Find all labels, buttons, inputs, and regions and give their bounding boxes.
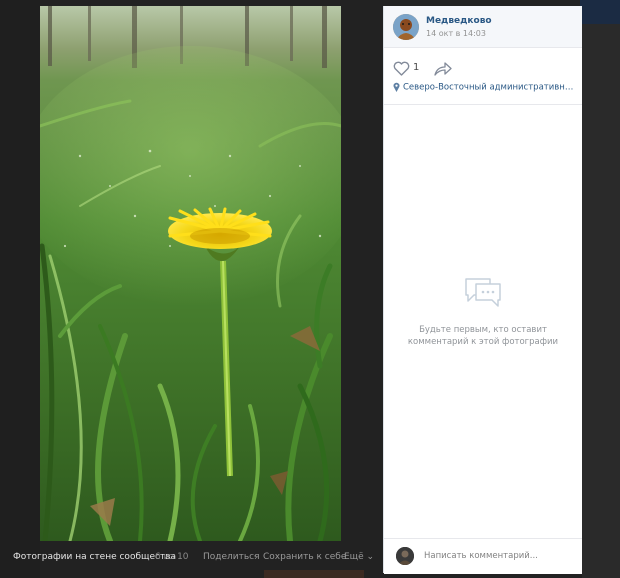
share-button[interactable] <box>434 59 454 77</box>
save-photo-link[interactable]: Сохранить к себе <box>263 552 346 562</box>
background-page-peek <box>582 24 620 578</box>
share-arrow-icon <box>434 62 452 76</box>
more-actions-link[interactable]: Ещё ⌄ <box>344 552 374 562</box>
background-page-peek-bottom <box>264 570 364 578</box>
community-avatar[interactable] <box>393 14 419 40</box>
location-link[interactable]: Северо-Восточный административный... <box>393 82 575 93</box>
no-comments-message: Будьте первым, кто оставит комментарий к… <box>396 324 570 348</box>
post-actions: 1 Северо-Восточный административный... <box>384 48 582 105</box>
like-button[interactable]: 1 <box>393 59 433 79</box>
separator-dot: · <box>253 552 256 562</box>
separator-dot: · <box>335 552 338 562</box>
author-name-link[interactable]: Медведково <box>426 16 492 26</box>
comment-input[interactable] <box>424 547 574 565</box>
share-photo-link[interactable]: Поделиться <box>203 552 260 562</box>
photo-info-panel: Медведково 14 окт в 14:03 1 Северо-Восто… <box>383 6 582 574</box>
no-comments-line-2: комментарий к этой фотографии <box>407 337 559 347</box>
like-count: 1 <box>413 62 420 73</box>
map-pin-icon <box>393 82 400 92</box>
current-user-avatar[interactable] <box>396 547 414 565</box>
photo-counter: 6 из 10 <box>155 552 189 562</box>
album-title-link[interactable]: Фотографии на стене сообщества <box>13 552 176 562</box>
no-comments-line-1: Будьте первым, кто оставит <box>419 325 547 335</box>
photo-toolbar: Фотографии на стене сообщества 6 из 10 П… <box>0 541 382 571</box>
chat-bubbles-icon <box>462 273 504 315</box>
heart-icon <box>393 61 410 76</box>
dandelion-photo[interactable] <box>40 6 341 541</box>
comment-composer <box>384 538 582 574</box>
post-date[interactable]: 14 окт в 14:03 <box>426 29 486 38</box>
viewer-left-backdrop <box>0 0 40 578</box>
user-avatar-image <box>396 547 414 565</box>
photo-viewer: Фотографии на стене сообщества 6 из 10 П… <box>0 0 620 578</box>
location-text: Северо-Восточный административный... <box>403 82 575 93</box>
page-header-peek <box>580 0 620 24</box>
author-header: Медведково 14 окт в 14:03 <box>384 6 582 48</box>
photo-image <box>40 6 341 541</box>
avatar-image <box>393 14 419 40</box>
